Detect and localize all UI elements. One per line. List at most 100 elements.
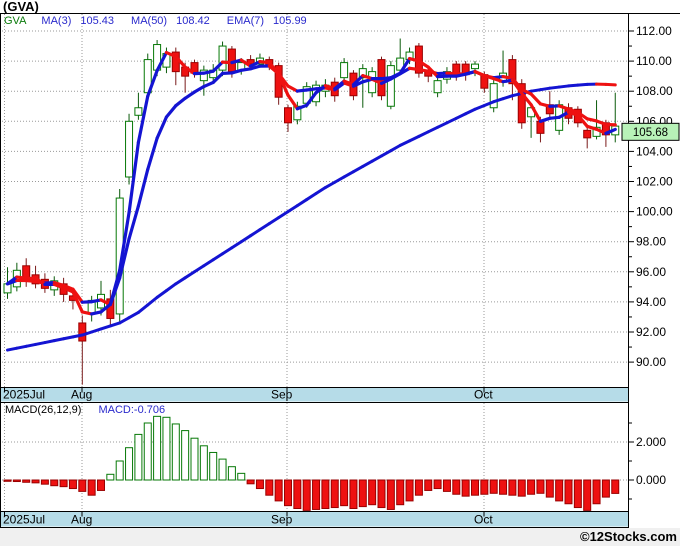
ma50-line [221, 246, 234, 256]
ma50-line [370, 154, 383, 163]
macd-params-label: MACD(26,12,9) [5, 404, 82, 416]
ema7-line [146, 136, 159, 172]
macd-bar-down [87, 479, 96, 496]
macd-bar-up [153, 415, 162, 481]
macd-bar-down [97, 479, 105, 491]
y-axis-label: 98.00 [636, 235, 666, 249]
macd-bar-down [40, 479, 49, 485]
month-label-macd: 2025Jul [3, 513, 45, 527]
ma50-line [361, 159, 374, 168]
macd-bar-down [517, 479, 526, 497]
macd-bar-down [536, 479, 545, 494]
price-panel-frame [0, 13, 629, 403]
ma50-line [342, 170, 355, 179]
legend-indicator-value: 105.99 [273, 15, 307, 27]
legend-symbol: GVA [4, 15, 27, 27]
macd-bar-down [452, 479, 461, 495]
y-axis-label: 92.00 [636, 325, 666, 339]
ma50-line [277, 210, 290, 220]
macd-bar-down [545, 479, 554, 498]
month-label: 2025Jul [3, 388, 45, 402]
y-axis-label: 100.00 [636, 205, 673, 219]
ema7-line [183, 90, 197, 100]
ma50-line [211, 252, 225, 262]
last-price-label: 105.68 [633, 127, 668, 139]
macd-bar-up [190, 437, 199, 481]
macd-bar-down [274, 479, 283, 502]
y-axis-label: 90.00 [636, 355, 666, 369]
macd-bar-down [31, 479, 40, 484]
ma50-line [155, 289, 168, 299]
macd-bar-down [489, 479, 498, 494]
ma3-line [286, 93, 299, 111]
ma50-line [436, 121, 449, 129]
ma50-line [426, 125, 440, 134]
macd-bar-down [68, 479, 77, 490]
macd-axis-label: 0.000 [636, 473, 666, 487]
ma50-line [417, 130, 430, 138]
macd-bar-up [171, 423, 180, 481]
ma50-line [146, 295, 159, 307]
ma50-line [193, 264, 206, 274]
ma50-line [333, 175, 346, 184]
macd-bar-down [265, 479, 274, 496]
ma50-line [305, 192, 318, 202]
ema7-line [136, 167, 150, 208]
macd-bar-up [209, 451, 218, 481]
macd-value-label: MACD:-0.706 [98, 404, 166, 416]
ma50-line [239, 234, 253, 244]
candle-up [433, 80, 442, 94]
ma50-line [230, 240, 243, 250]
candle-up [471, 63, 479, 70]
month-label-macd: Sep [271, 513, 293, 527]
macd-bar-down [414, 479, 423, 496]
macd-bar-down [527, 479, 536, 495]
macd-bar-up [181, 430, 190, 481]
candle-down [284, 107, 292, 124]
indicator-legend: GVA MA(3) 105.43 MA(50) 108.42 EMA(7) 105.99 [4, 15, 324, 27]
y-axis-label: 94.00 [636, 295, 666, 309]
stock-chart-window: 112.00 110.00 108.00 106.00 104.00 102.00 100.… [0, 0, 680, 546]
candle-up [134, 107, 143, 116]
macd-bar-down [480, 479, 489, 495]
macd-bar-down [12, 479, 21, 483]
macd-bar-down [471, 479, 479, 496]
ma50-line [398, 139, 412, 147]
ma50-line [464, 107, 477, 116]
macd-bar-up [199, 445, 208, 481]
macd-bar-down [50, 479, 59, 487]
macd-bar-down [349, 479, 358, 509]
ma50-line [174, 276, 187, 286]
ma50-line [127, 310, 140, 320]
legend-indicator-label: MA(3) [41, 15, 72, 27]
ma50-line [473, 103, 486, 111]
y-axis-label: 104.00 [636, 144, 673, 158]
candle-up [386, 65, 395, 107]
ma3-line [136, 94, 150, 144]
y-axis-label: 110.00 [636, 54, 672, 68]
macd-bar-up [106, 473, 115, 481]
macd-bar-down [358, 479, 367, 508]
macd-bar-down [433, 479, 442, 490]
ma50-line [118, 316, 131, 325]
macd-bar-down [461, 479, 470, 497]
macd-bar-down [583, 479, 592, 511]
macd-bar-down [78, 479, 87, 492]
ma50-line [202, 258, 215, 268]
ma50-line [164, 282, 178, 293]
macd-bar-down [284, 479, 292, 507]
macd-bar-down [396, 479, 405, 506]
candle-down [78, 322, 87, 342]
macd-bar-down [386, 479, 395, 510]
macd-bar-up [162, 416, 171, 481]
ma50-line [183, 270, 196, 280]
ema7-line [155, 115, 169, 140]
legend-indicator-label: MA(50) [131, 15, 168, 27]
y-axis-label: 108.00 [636, 84, 673, 98]
macd-xaxis-strip [1, 512, 628, 527]
ma50-line [286, 204, 299, 214]
macd-bar-down [377, 479, 386, 509]
legend-indicator-value: 108.42 [176, 15, 210, 27]
macd-bar-down [611, 479, 620, 494]
ema7-line [529, 92, 543, 106]
